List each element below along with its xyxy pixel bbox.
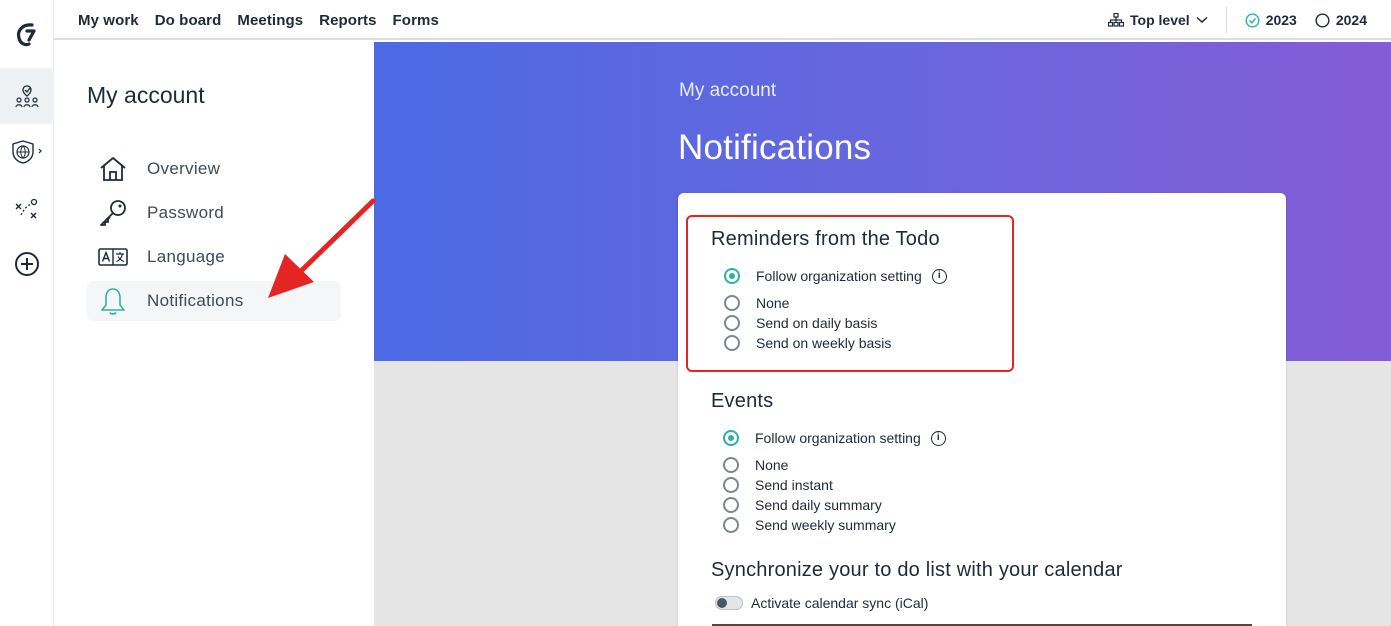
option-label: None [755, 457, 789, 473]
radio-button[interactable] [723, 457, 739, 473]
sidebar-item-password[interactable]: Password [87, 193, 341, 233]
key-icon [91, 193, 135, 233]
top-menu: My work Do board Meetings Reports Forms [78, 0, 439, 40]
calendar-sync-toggle-row[interactable]: Activate calendar sync (iCal) [715, 593, 928, 613]
events-option-daily-summary[interactable]: Send daily summary [723, 495, 882, 515]
rail-globe[interactable] [0, 124, 54, 180]
app-rail [0, 0, 54, 626]
calendar-sync-title: Synchronize your to do list with your ca… [711, 559, 1123, 581]
rail-people[interactable] [0, 68, 54, 124]
sidebar-title: My account [87, 82, 205, 108]
sidebar-item-notifications[interactable]: Notifications [87, 281, 341, 321]
nav-forms[interactable]: Forms [393, 12, 439, 29]
language-icon [91, 237, 135, 277]
option-label: Send daily summary [755, 497, 882, 513]
year-2023[interactable]: 2023 [1245, 12, 1297, 28]
sidebar-item-label: Language [147, 247, 226, 266]
top-right-controls: Top level 2023 2024 [1108, 0, 1367, 40]
events-title: Events [711, 390, 774, 412]
option-label: Send weekly summary [755, 517, 896, 533]
sidebar-item-label: Notifications [147, 291, 244, 310]
radio-button[interactable] [723, 497, 739, 513]
events-option-instant[interactable]: Send instant [723, 475, 833, 495]
top-nav: My work Do board Meetings Reports Forms … [54, 0, 1391, 40]
events-option-follow-org[interactable]: Follow organization setting i [723, 428, 946, 448]
sidebar-item-language[interactable]: Language [87, 237, 341, 277]
logo-icon[interactable] [12, 20, 42, 50]
option-label: Send instant [755, 477, 833, 493]
calendar-sync-toggle[interactable] [715, 596, 743, 610]
add-icon [15, 252, 39, 276]
breadcrumb[interactable]: My account [679, 80, 776, 102]
page-title: Notifications [678, 128, 872, 167]
globe-shield-icon [12, 140, 42, 164]
people-icon [15, 85, 39, 108]
nav-do-board[interactable]: Do board [155, 12, 222, 29]
sidebar-item-overview[interactable]: Overview [87, 149, 341, 189]
annotation-highlight-box [686, 215, 1014, 372]
sidebar-item-label: Password [147, 203, 225, 222]
year-next: 2024 [1335, 12, 1367, 28]
level-label: Top level [1130, 12, 1190, 28]
radio-button[interactable] [723, 477, 739, 493]
rail-add[interactable] [0, 236, 54, 292]
year-current: 2023 [1265, 12, 1297, 28]
nav-reports[interactable]: Reports [319, 12, 376, 29]
check-circle-icon [1245, 12, 1260, 28]
home-icon [91, 149, 135, 189]
radio-button[interactable] [723, 517, 739, 533]
info-icon[interactable]: i [930, 430, 946, 446]
level-selector[interactable]: Top level [1108, 7, 1227, 33]
nav-my-work[interactable]: My work [78, 12, 139, 29]
toggle-label: Activate calendar sync (iCal) [751, 595, 929, 611]
chevron-down-icon [1196, 16, 1208, 24]
events-option-none[interactable]: None [723, 455, 788, 475]
bell-icon [91, 281, 135, 321]
strategy-icon [15, 198, 38, 219]
option-label: Follow organization setting [755, 430, 921, 446]
nav-meetings[interactable]: Meetings [237, 12, 303, 29]
app-root: My work Do board Meetings Reports Forms … [0, 0, 1391, 626]
rail-strategy[interactable] [0, 180, 54, 236]
radio-button[interactable] [723, 430, 739, 446]
empty-circle-icon [1315, 12, 1330, 28]
sidebar-item-label: Overview [147, 159, 221, 178]
year-2024[interactable]: 2024 [1315, 12, 1367, 28]
events-option-weekly-summary[interactable]: Send weekly summary [723, 515, 896, 535]
hierarchy-icon [1108, 13, 1125, 27]
account-sidebar: My account Overview Password Language No… [54, 42, 374, 626]
